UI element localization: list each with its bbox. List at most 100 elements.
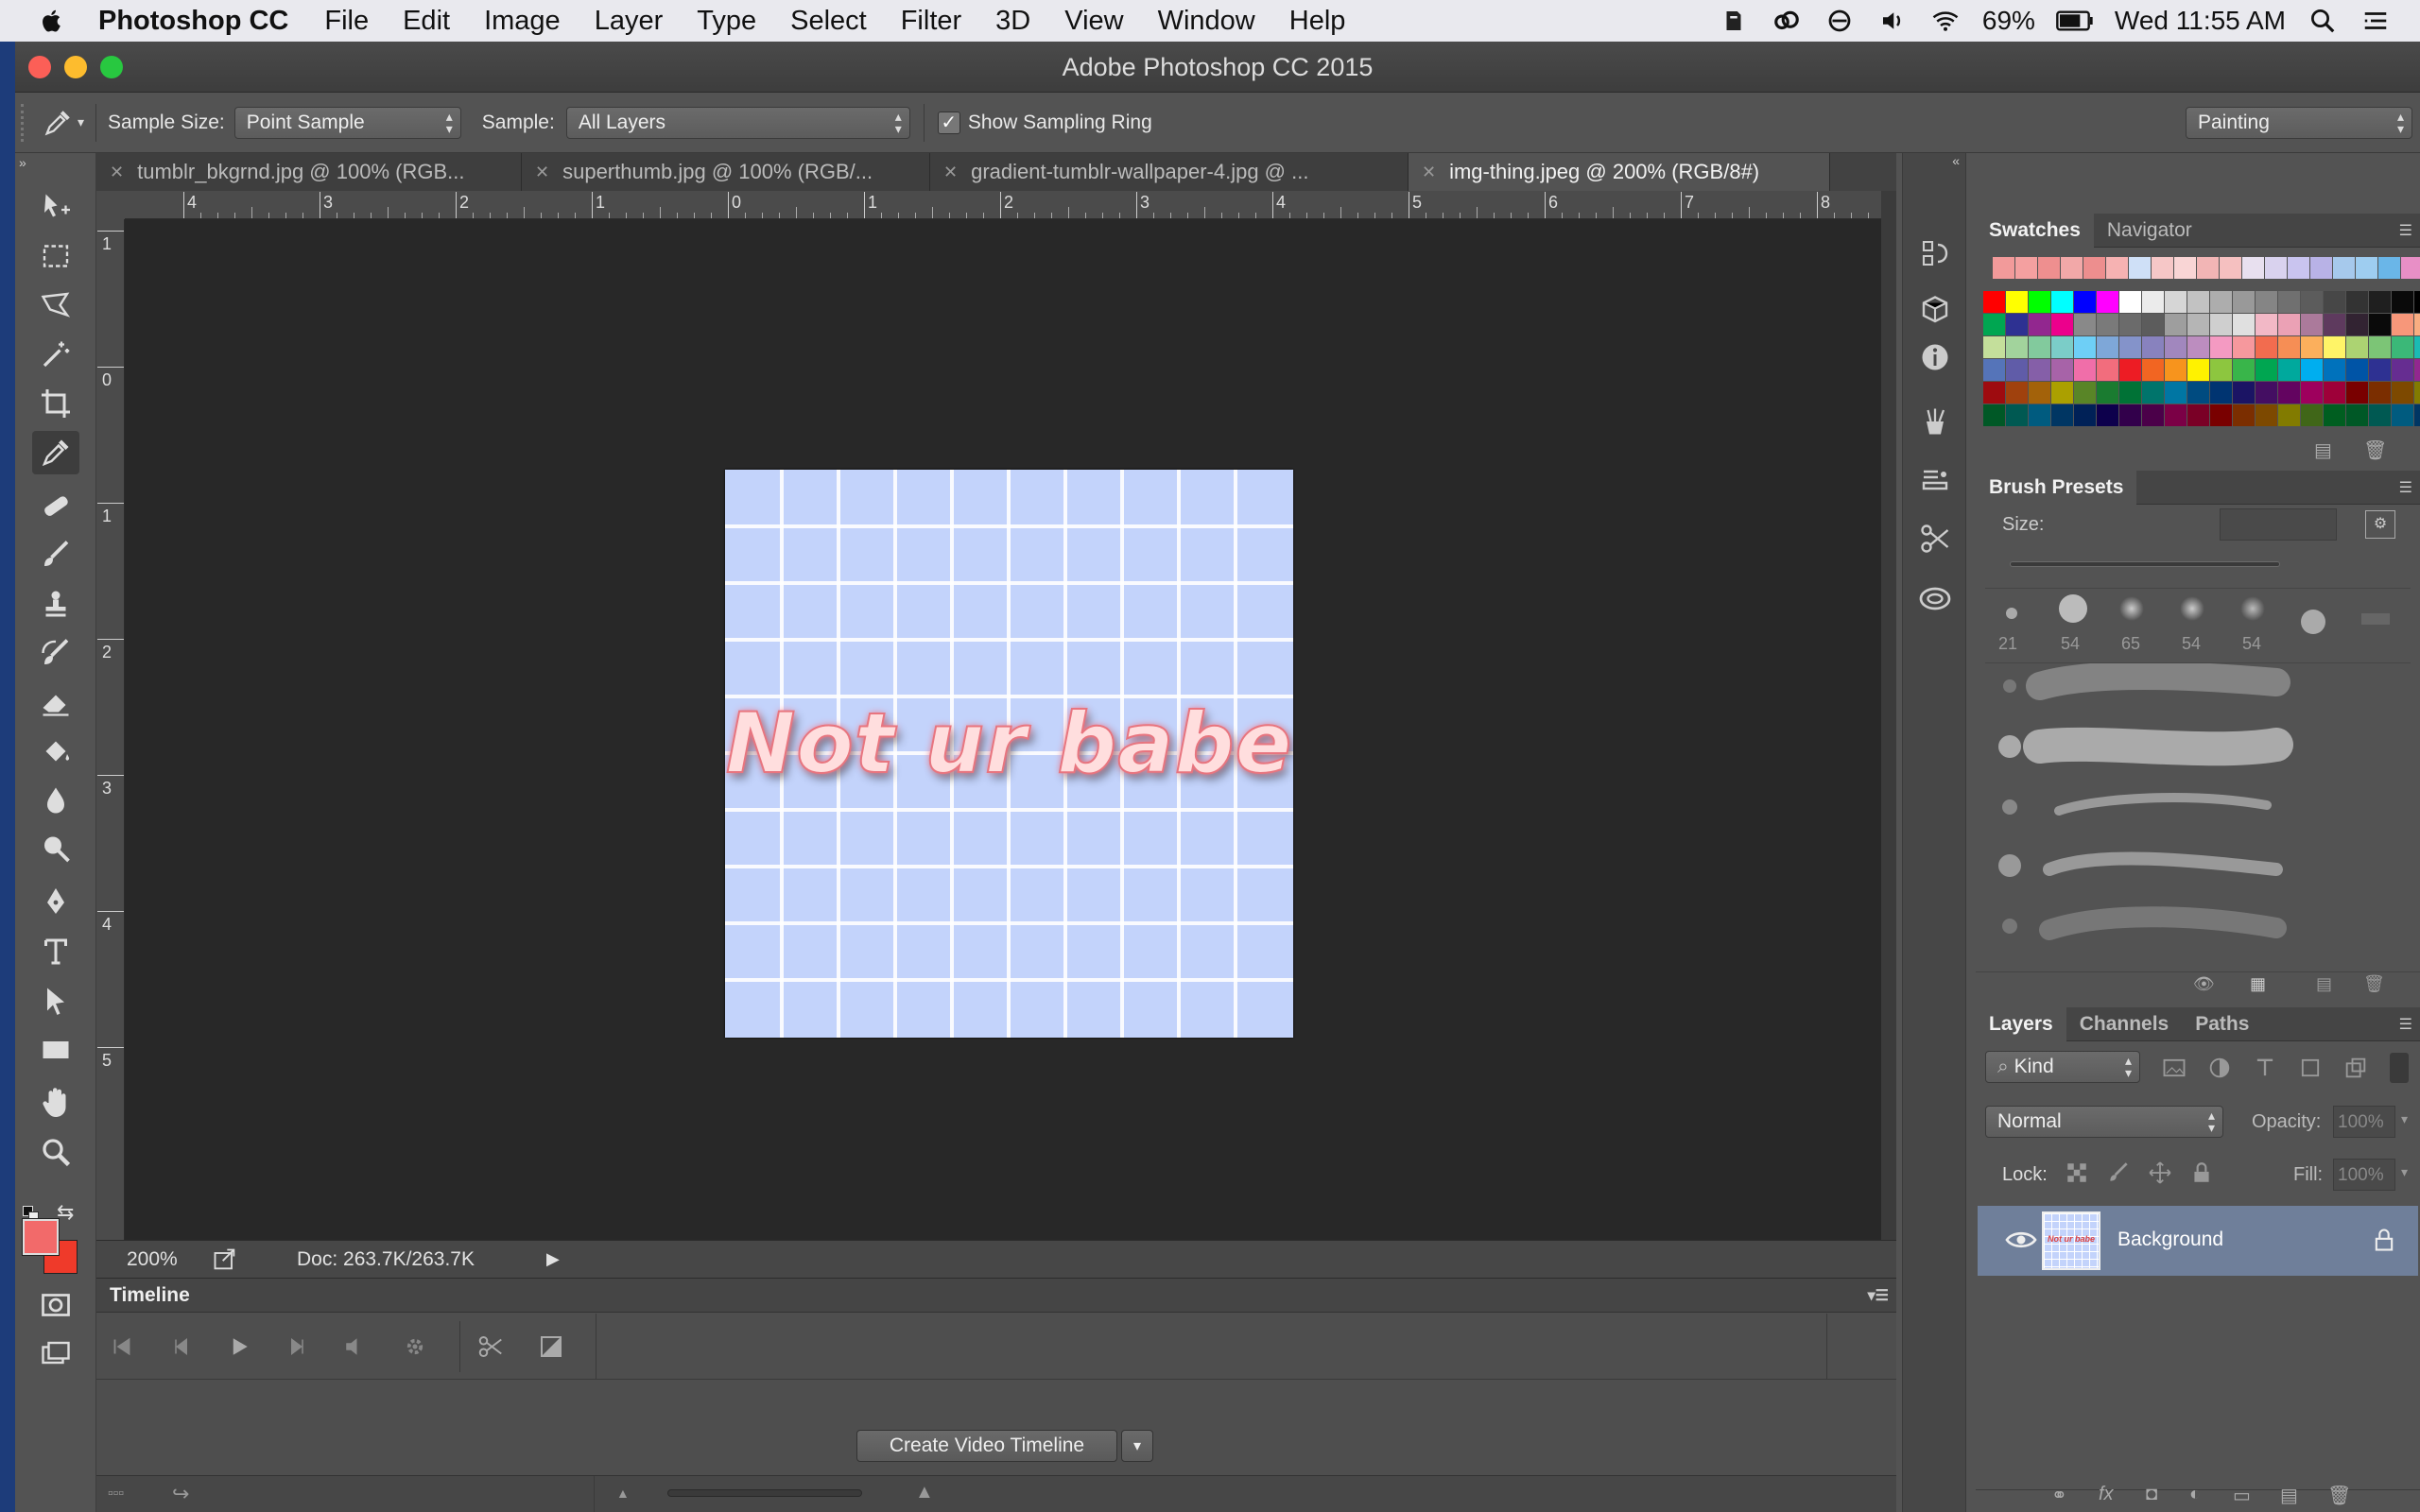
recent-swatch[interactable] — [2083, 257, 2106, 280]
recent-swatch[interactable] — [2220, 257, 2242, 280]
color-swatch[interactable] — [2029, 336, 2051, 359]
color-swatch[interactable] — [2074, 336, 2097, 359]
info-panel-button[interactable] — [1916, 338, 1954, 376]
color-swatch[interactable] — [2392, 336, 2414, 359]
color-swatch[interactable] — [2301, 359, 2324, 382]
color-swatch[interactable] — [2301, 382, 2324, 404]
color-swatch[interactable] — [2233, 404, 2256, 427]
fill-field[interactable]: 100% — [2333, 1159, 2395, 1191]
preset-dropdown-arrow[interactable]: ▾ — [78, 114, 84, 130]
color-swatch[interactable] — [2097, 359, 2119, 382]
panel-menu-icon[interactable]: ☰ — [2399, 221, 2412, 240]
collapse-toolbar-icon[interactable]: » — [19, 155, 26, 170]
color-swatch[interactable] — [2142, 382, 2165, 404]
color-swatch[interactable] — [2119, 314, 2142, 336]
color-swatch[interactable] — [2119, 359, 2142, 382]
swap-colors-icon[interactable]: ⇆ — [57, 1200, 74, 1225]
color-swatch[interactable] — [2029, 314, 2051, 336]
color-swatch[interactable] — [2392, 404, 2414, 427]
spotlight-search-icon[interactable] — [2307, 7, 2339, 35]
new-layer-icon[interactable]: ▤ — [2280, 1484, 2298, 1507]
color-swatch[interactable] — [2210, 291, 2233, 314]
brush-size-field[interactable] — [2220, 508, 2337, 541]
menu-type[interactable]: Type — [697, 6, 756, 37]
color-swatch[interactable] — [2074, 404, 2097, 427]
color-swatch[interactable] — [2414, 359, 2420, 382]
color-swatch[interactable] — [2233, 359, 2256, 382]
create-video-timeline-button[interactable]: Create Video Timeline — [856, 1430, 1117, 1462]
collapse-dock-icon[interactable]: « — [1952, 153, 1960, 168]
color-swatch[interactable] — [2233, 382, 2256, 404]
color-swatch[interactable] — [2324, 404, 2346, 427]
vertical-scrollbar[interactable] — [1881, 191, 1896, 1240]
opacity-dropdown-arrow[interactable]: ▾ — [2401, 1111, 2408, 1127]
color-swatch[interactable] — [1983, 314, 2006, 336]
color-swatch[interactable] — [2346, 291, 2369, 314]
eyedropper-preset-icon[interactable] — [42, 107, 74, 139]
apple-menu-icon[interactable] — [38, 7, 66, 35]
color-swatch[interactable] — [2074, 291, 2097, 314]
render-video-icon[interactable]: ↪ — [172, 1482, 189, 1506]
color-swatch[interactable] — [2256, 382, 2278, 404]
share-icon[interactable] — [212, 1246, 238, 1273]
color-swatch[interactable] — [2414, 404, 2420, 427]
path-selection-tool[interactable] — [32, 979, 79, 1022]
color-swatch[interactable] — [2414, 336, 2420, 359]
color-swatch[interactable] — [2165, 404, 2187, 427]
color-swatch[interactable] — [2301, 314, 2324, 336]
filter-type-icon[interactable] — [2252, 1055, 2278, 1081]
filter-toggle[interactable] — [2390, 1053, 2409, 1083]
healing-brush-tool[interactable] — [32, 484, 79, 527]
wifi-icon[interactable] — [1929, 7, 1962, 35]
close-tab-icon[interactable]: ✕ — [110, 163, 124, 182]
color-swatch[interactable] — [2187, 404, 2210, 427]
color-swatch[interactable] — [2187, 314, 2210, 336]
delete-brush-icon[interactable]: 🗑 — [2363, 974, 2385, 994]
color-swatch[interactable] — [2369, 359, 2392, 382]
panel-menu-icon[interactable]: ☰ — [2399, 478, 2412, 497]
color-swatch[interactable] — [2051, 359, 2074, 382]
blend-mode-select[interactable]: Normal ▴ ▾ — [1985, 1106, 2223, 1138]
color-swatch[interactable] — [2187, 291, 2210, 314]
color-swatch[interactable] — [2346, 359, 2369, 382]
color-swatch[interactable] — [2074, 359, 2097, 382]
recent-swatch[interactable] — [2242, 257, 2265, 280]
recent-swatch[interactable] — [2401, 257, 2420, 280]
status-menu-arrow[interactable]: ▶ — [546, 1249, 560, 1269]
tab-swatches[interactable]: Swatches — [1976, 213, 2094, 248]
color-swatch[interactable] — [2210, 359, 2233, 382]
foreground-color-swatch[interactable] — [22, 1218, 60, 1256]
color-swatch[interactable] — [2006, 359, 2029, 382]
color-swatch[interactable] — [2233, 291, 2256, 314]
color-swatch[interactable] — [2165, 382, 2187, 404]
volume-icon[interactable] — [1876, 7, 1909, 35]
brush-tool[interactable] — [32, 533, 79, 576]
recent-swatch[interactable] — [2038, 257, 2061, 280]
color-swatch[interactable] — [2278, 404, 2301, 427]
color-swatch[interactable] — [2074, 382, 2097, 404]
color-swatch[interactable] — [2278, 336, 2301, 359]
color-swatch[interactable] — [2210, 336, 2233, 359]
app-menu[interactable]: Photoshop CC — [98, 6, 288, 37]
recent-swatch[interactable] — [2288, 257, 2310, 280]
zoom-level[interactable]: 200% — [127, 1248, 202, 1271]
color-swatch[interactable] — [2324, 382, 2346, 404]
color-swatch[interactable] — [2392, 314, 2414, 336]
opacity-field[interactable]: 100% — [2333, 1106, 2395, 1138]
color-swatch[interactable] — [1983, 359, 2006, 382]
color-swatch[interactable] — [2006, 382, 2029, 404]
menu-edit[interactable]: Edit — [403, 6, 450, 37]
color-swatch[interactable] — [2414, 314, 2420, 336]
tools-panel-button[interactable] — [1916, 520, 1954, 558]
color-swatch[interactable] — [2097, 314, 2119, 336]
color-swatch[interactable] — [2414, 382, 2420, 404]
brush-size-slider[interactable] — [2010, 561, 2280, 567]
new-swatch-icon[interactable]: ▤ — [2314, 438, 2332, 462]
color-swatch[interactable] — [2051, 404, 2074, 427]
color-swatch[interactable] — [2324, 291, 2346, 314]
color-swatch[interactable] — [2119, 336, 2142, 359]
color-swatch[interactable] — [2301, 336, 2324, 359]
color-swatch[interactable] — [2369, 382, 2392, 404]
color-swatch[interactable] — [2051, 382, 2074, 404]
recent-swatch[interactable] — [2129, 257, 2152, 280]
